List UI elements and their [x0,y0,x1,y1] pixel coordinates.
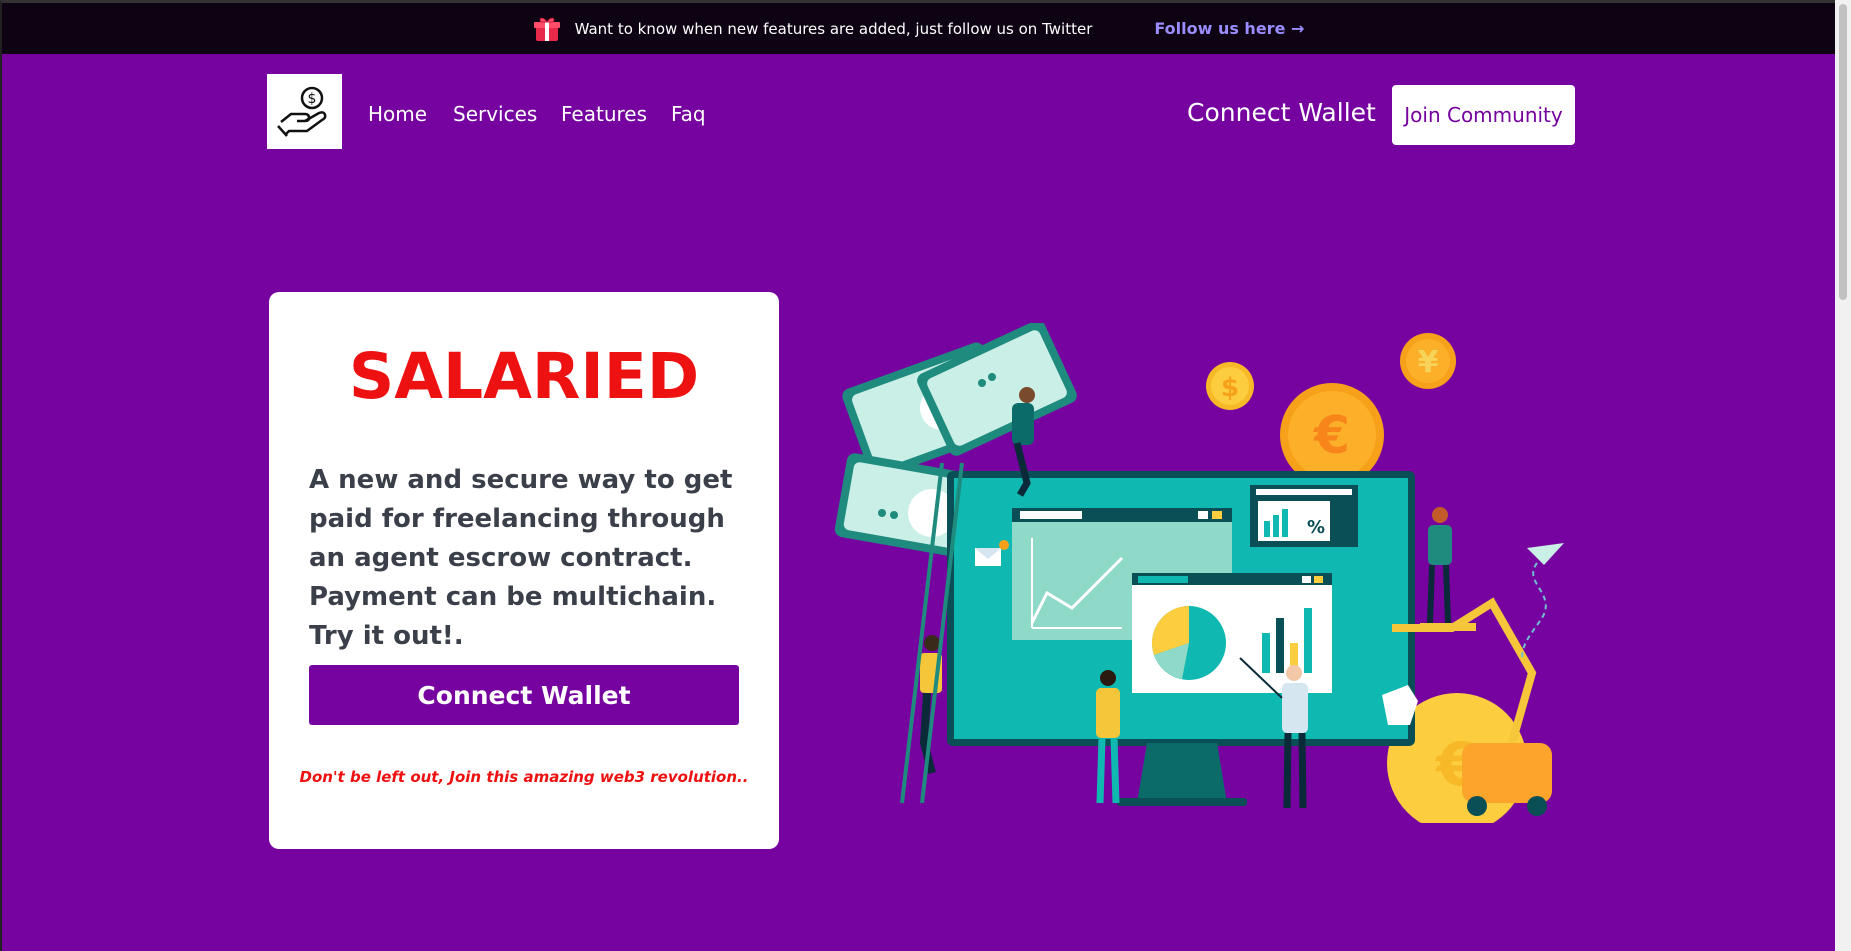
svg-text:€: € [1313,406,1350,466]
join-community-button[interactable]: Join Community [1392,85,1575,145]
hero-description: A new and secure way to get paid for fre… [309,465,733,651]
svg-text:$: $ [307,91,316,107]
site-logo[interactable]: $ [267,74,342,149]
scroll-thumb[interactable] [1839,4,1847,300]
svg-text:$: $ [1221,373,1239,403]
hero-card: SALARIED A new and secure way to get pai… [269,292,779,849]
page-viewport: Want to know when new features are added… [0,0,1835,951]
nav-features[interactable]: Features [561,102,647,126]
hero-tagline: Don't be left out, Join this amazing web… [299,768,749,786]
svg-text:¥: ¥ [1418,345,1439,380]
gift-icon [533,15,561,43]
nav-faq[interactable]: Faq [671,102,706,126]
follow-link[interactable]: Follow us here → [1154,19,1304,38]
svg-text:%: % [1307,517,1325,538]
brand-title: SALARIED [348,340,700,413]
paper-plane-illustration [1521,543,1564,659]
monitor-illustration: % [947,471,1415,806]
hand-holding-dollar-icon: $ [276,86,326,137]
announcement-text: Want to know when new features are added… [574,19,1093,38]
connect-wallet-button[interactable]: Connect Wallet [309,665,739,725]
hero-illustration: $ ¥ € € % [834,323,1564,823]
nav-home[interactable]: Home [368,102,427,126]
announcement-bar: Want to know when new features are added… [2,3,1835,54]
page-scrollbar[interactable] [1835,0,1851,951]
connect-wallet-link[interactable]: Connect Wallet [1187,98,1376,127]
nav-services[interactable]: Services [453,102,537,126]
